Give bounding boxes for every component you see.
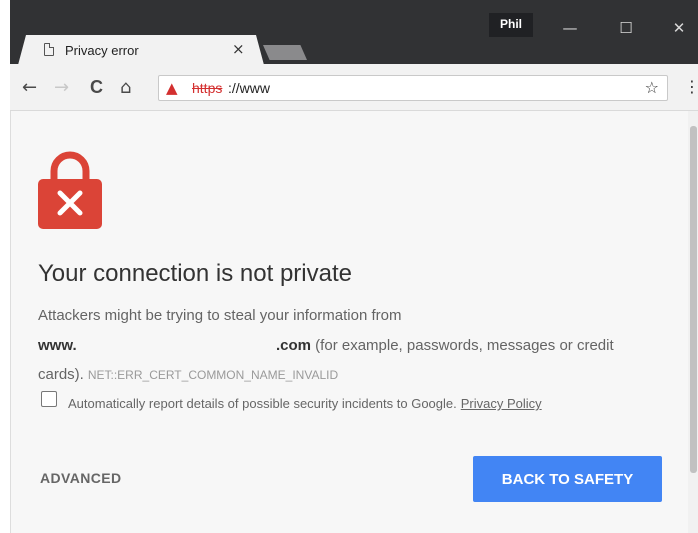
menu-icon[interactable]: ⋮ xyxy=(684,77,698,96)
checkbox-label-text: Automatically report details of possible… xyxy=(68,396,457,411)
url-scheme: https xyxy=(192,80,223,96)
forward-icon[interactable]: → xyxy=(54,77,69,98)
tab-title: Privacy error xyxy=(65,43,139,58)
warning-text-line3: cards). NET::ERR_CERT_COMMON_NAME_INVALID xyxy=(38,366,338,383)
warning-text-line1: Attackers might be trying to steal your … xyxy=(38,307,402,324)
domain-end-line: .com (for example, passwords, messages o… xyxy=(276,337,614,354)
page-title: Your connection is not private xyxy=(38,260,352,287)
home-icon[interactable]: ⌂ xyxy=(120,77,131,98)
privacy-policy-link[interactable]: Privacy Policy xyxy=(461,396,542,411)
toolbar: ← → C ⌂ ▲ https ://www ☆ ⋮ xyxy=(10,64,698,111)
new-tab-button[interactable] xyxy=(263,45,307,60)
bookmark-star-icon[interactable]: ☆ xyxy=(645,78,659,97)
title-bar: Phil — ☐ ✕ Privacy error × xyxy=(0,0,698,64)
minimize-icon[interactable]: — xyxy=(558,16,582,40)
url-text: ://www xyxy=(228,80,270,96)
profile-button[interactable]: Phil xyxy=(489,13,533,37)
reload-icon[interactable]: C xyxy=(90,77,103,98)
warning-text-cards: cards). xyxy=(38,366,84,383)
not-secure-warning-icon[interactable]: ▲ xyxy=(166,79,178,97)
tab-close-icon[interactable]: × xyxy=(232,40,245,58)
maximize-icon[interactable]: ☐ xyxy=(614,16,638,40)
tab-privacy-error[interactable]: Privacy error × xyxy=(18,35,264,65)
error-code: NET::ERR_CERT_COMMON_NAME_INVALID xyxy=(87,368,339,382)
back-to-safety-button[interactable]: BACK TO SAFETY xyxy=(473,456,662,502)
report-incidents-label: Automatically report details of possible… xyxy=(68,396,542,411)
warning-text-line2: (for example, passwords, messages or cre… xyxy=(311,337,614,354)
address-bar[interactable]: ▲ https ://www ☆ xyxy=(158,75,668,101)
report-incidents-checkbox[interactable] xyxy=(41,391,57,407)
back-icon[interactable]: ← xyxy=(22,77,37,98)
scrollbar-thumb[interactable] xyxy=(690,126,697,473)
page-icon xyxy=(44,43,54,56)
lock-error-icon xyxy=(38,151,102,229)
domain-start: www. xyxy=(38,337,77,354)
advanced-button[interactable]: ADVANCED xyxy=(40,470,122,486)
domain-end: .com xyxy=(276,337,312,354)
close-window-icon[interactable]: ✕ xyxy=(667,16,691,40)
